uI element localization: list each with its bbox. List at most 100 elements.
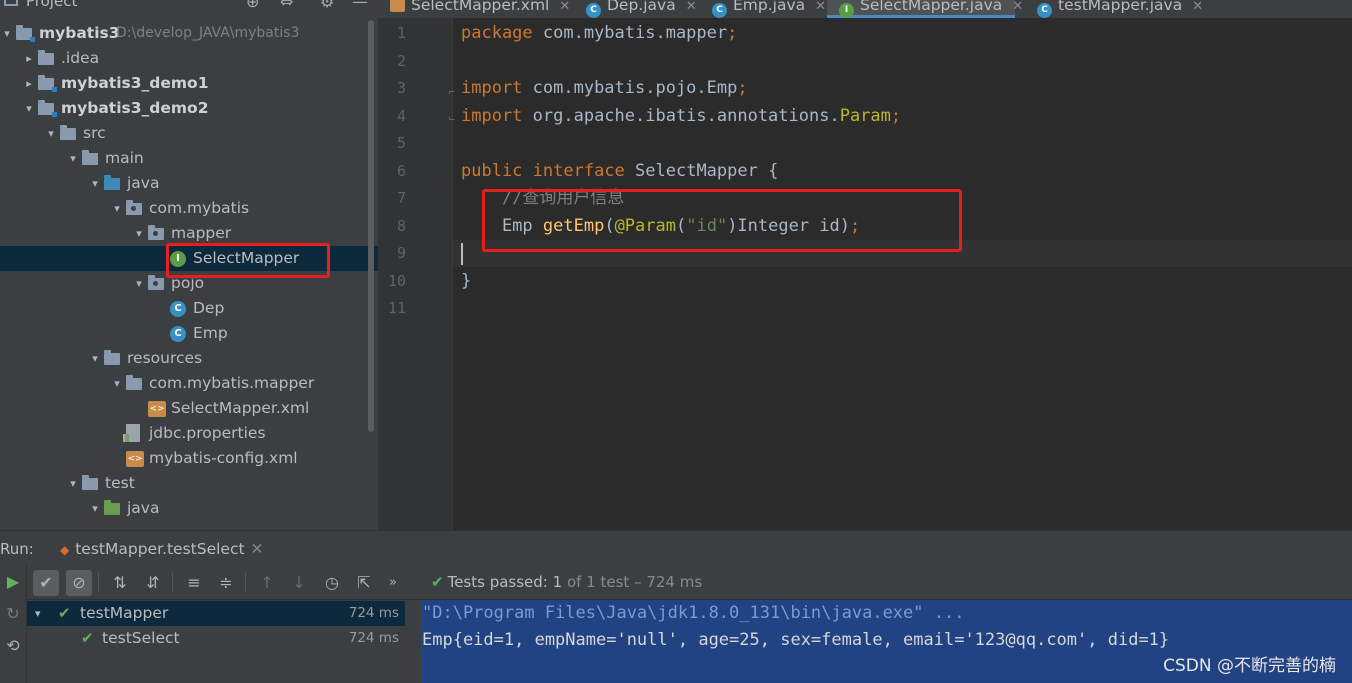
tree-item[interactable]: ▾ com.mybatis.mapper [0,371,378,396]
test-case-row[interactable]: ✔ testSelect 724 ms [27,626,405,651]
source-folder-icon [104,175,120,190]
code-line: package com.mybatis.mapper; [461,20,737,47]
tree-item-label: main [105,149,144,167]
code-token: interface [532,160,625,181]
expand-arrow-icon[interactable]: ▸ [22,71,36,96]
run-config-label: testMapper.testSelect [75,540,245,558]
tree-item[interactable]: jdbc.properties [0,421,378,446]
module-folder-icon [38,75,57,92]
tree-item[interactable]: ▾ com.mybatis [0,196,378,221]
editor-tab[interactable]: CtestMapper.java ✕ [1025,0,1203,18]
project-scrollbar[interactable] [368,20,374,432]
code-token: com.mybatis.mapper [532,23,728,43]
import-tests-icon[interactable]: ⇱ [351,570,377,596]
editor-tab[interactable]: C Dep.java ✕ [574,0,697,18]
tree-item[interactable]: ▾ test [0,471,378,496]
folder-icon [126,375,142,390]
close-icon[interactable]: ✕ [251,540,264,558]
tree-item[interactable]: ▾ mybatis3 D:\develop_JAVA\mybatis3 [0,21,378,46]
expand-arrow-icon[interactable]: ▸ [22,46,36,71]
more-icon[interactable]: » [380,570,406,596]
expand-all-icon[interactable]: ≡ [181,570,207,596]
history-icon[interactable]: ◷ [319,570,345,596]
sort-duration-icon[interactable]: ⇵ [140,570,166,596]
class-icon: C [586,3,601,18]
tree-item[interactable]: ▸ .idea [0,46,378,71]
run-config-tab[interactable]: ◆ testMapper.testSelect ✕ [52,531,272,565]
code-token: import [461,105,523,126]
collapse-arrow-icon[interactable]: ▾ [44,121,58,146]
tree-item[interactable]: <> SelectMapper.xml [0,396,378,421]
fold-icon[interactable]: ⌐ [448,88,456,98]
xml-file-icon [390,0,405,12]
editor-tab[interactable]: C Emp.java ✕ [700,0,826,18]
collapse-arrow-icon[interactable]: ▾ [66,471,80,496]
collapse-arrow-icon[interactable]: ▾ [88,346,102,371]
toolbar-separator [172,572,173,592]
hide-icon[interactable]: — [352,0,368,11]
line-number: 9 [396,244,406,262]
show-passed-icon[interactable]: ✔ [33,570,59,596]
collapse-arrow-icon[interactable]: ▾ [110,371,124,396]
tree-item[interactable]: ▾ java [0,496,378,521]
editor-tab[interactable]: SelectMapper.xml ✕ [378,0,570,18]
code-token: com.mybatis.pojo.Emp [522,78,738,98]
previous-failed-icon[interactable]: ↑ [254,570,280,596]
tree-item-label: com.mybatis [149,199,250,217]
code-token: Param [839,105,891,126]
module-folder-icon [16,25,35,42]
tree-item[interactable]: ▾ resources [0,346,378,371]
code-token: import [461,78,523,98]
panel-splitter[interactable] [405,600,421,683]
tree-item[interactable]: ▾ mybatis3_demo2 [0,96,378,121]
code-token: SelectMapper { [624,160,779,181]
gear-icon[interactable]: ⚙ [320,0,334,11]
collapse-all-icon[interactable]: ⇔ [280,0,293,11]
code-editor[interactable]: 1 2 3 4 5 6 7 8 9 10 11 package com.mybatis.mapper… [378,18,1352,530]
collapse-arrow-icon[interactable]: ▾ [0,21,14,46]
code-token: ; [737,78,748,98]
expand-arrow-icon[interactable]: ▾ [35,601,41,626]
sort-alpha-icon[interactable]: ⇅ [107,570,133,596]
collapse-arrow-icon[interactable]: ▾ [132,221,146,246]
tree-item[interactable]: ▸ mybatis3_demo1 [0,71,378,96]
line-number: 5 [396,134,406,152]
project-view-icon[interactable] [4,0,18,6]
code-line: import org.apache.ibatis.annotations.Par… [461,103,901,130]
tree-item[interactable]: C Dep [0,296,378,321]
next-failed-icon[interactable]: ↓ [286,570,312,596]
tree-item[interactable]: C Emp [0,321,378,346]
close-icon[interactable]: ✕ [815,0,826,14]
collapse-arrow-icon[interactable]: ▾ [66,146,80,171]
collapse-arrow-icon[interactable]: ▾ [88,496,102,521]
collapse-arrow-icon[interactable]: ▾ [110,196,124,221]
close-icon[interactable]: ✕ [559,0,570,14]
collapse-arrow-icon[interactable]: ▾ [88,171,102,196]
close-icon[interactable]: ✕ [1192,0,1203,14]
passed-check-icon: ✔ [431,573,444,591]
editor-tab[interactable]: I SelectMapper.java ✕ [827,0,1023,18]
fold-icon[interactable]: ⌙ [448,114,456,124]
collapse-all-icon[interactable]: ≑ [213,570,239,596]
project-title[interactable]: Project [26,0,77,10]
rerun-failed-icon[interactable]: ↻ [3,604,23,623]
console-command-line: "D:\Program Files\Java\jdk1.8.0_131\bin\… [422,603,965,623]
editor-tab-bar: SelectMapper.xml ✕ C Dep.java ✕ C Emp.java ✕ I Se… [378,0,1352,18]
locate-icon[interactable]: ⊕ [246,0,259,11]
test-suite-row[interactable]: ▾ ✔ testMapper 724 ms [27,601,405,626]
tree-item-label: java [127,499,160,517]
tab-label: Dep.java [607,0,676,14]
highlight-box-code [482,189,962,252]
tree-item[interactable]: <> mybatis-config.xml [0,446,378,471]
rerun-icon[interactable]: ▶ [3,572,23,591]
collapse-arrow-icon[interactable]: ▾ [132,271,146,296]
show-ignored-icon[interactable]: ⊘ [66,570,92,596]
tree-item[interactable]: ▾ java [0,171,378,196]
close-icon[interactable]: ✕ [686,0,697,14]
tree-item[interactable]: ▾ main [0,146,378,171]
tree-item[interactable]: ▾ src [0,121,378,146]
collapse-arrow-icon[interactable]: ▾ [22,96,36,121]
close-icon[interactable]: ✕ [1012,0,1023,14]
toggle-auto-test-icon[interactable]: ⟲ [3,636,23,655]
